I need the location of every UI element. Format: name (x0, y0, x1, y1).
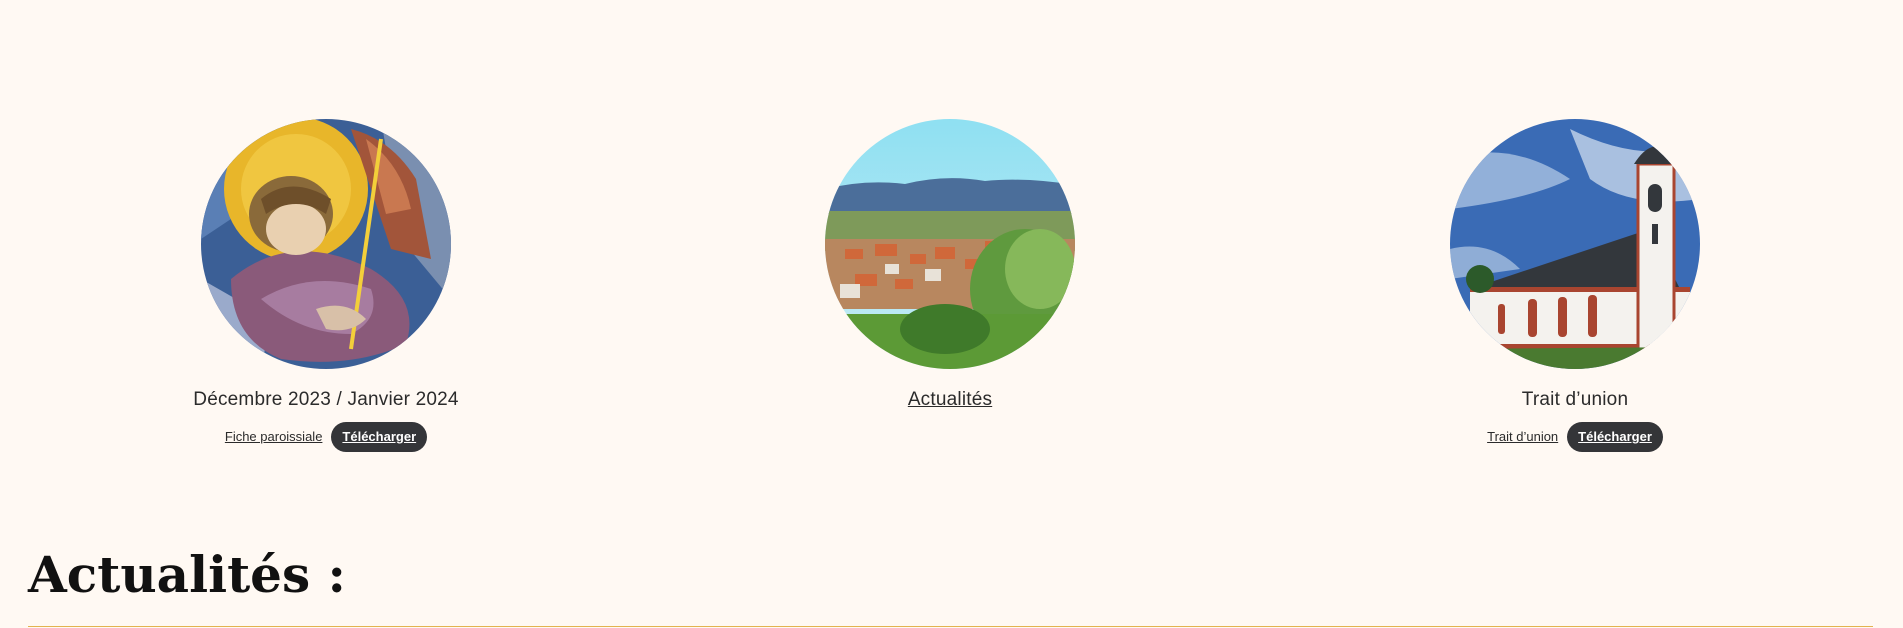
card-title: Trait d’union (1521, 389, 1629, 410)
church-image[interactable] (1450, 119, 1700, 369)
card-actualites: Actualités (710, 119, 1190, 412)
actualites-link[interactable]: Actualités (908, 389, 992, 412)
download-button[interactable]: Télécharger (331, 421, 428, 452)
card-title: Décembre 2023 / Janvier 2024 (193, 389, 459, 410)
angel-fresco-image[interactable] (201, 119, 451, 369)
trait-union-link[interactable]: Trait d’union (1487, 429, 1558, 444)
card-trait-union: Trait d’union Trait d’union Télécharger (1335, 119, 1815, 452)
section-heading: Actualités : (28, 545, 346, 604)
section-divider (28, 626, 1873, 627)
card-actions: Fiche paroissiale Télécharger (225, 421, 428, 452)
download-button[interactable]: Télécharger (1567, 421, 1663, 452)
card-fiche-paroissiale: Décembre 2023 / Janvier 2024 Fiche paroi… (86, 119, 566, 452)
village-landscape-image[interactable] (825, 119, 1075, 369)
page: Décembre 2023 / Janvier 2024 Fiche paroi… (0, 0, 1903, 628)
fiche-paroissiale-link[interactable]: Fiche paroissiale (225, 429, 323, 444)
card-actions: Trait d’union Télécharger (1487, 421, 1663, 452)
